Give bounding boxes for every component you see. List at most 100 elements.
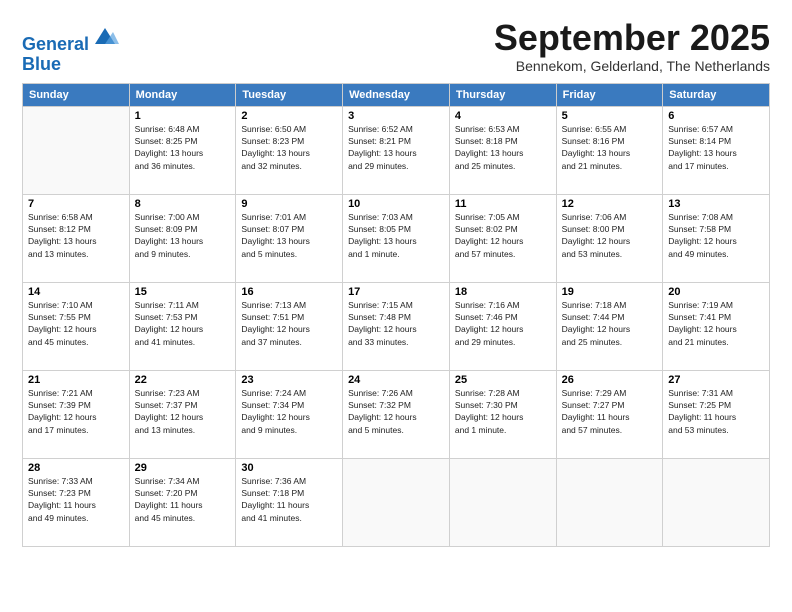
calendar-week-row: 1Sunrise: 6:48 AM Sunset: 8:25 PM Daylig… (23, 106, 770, 194)
table-row: 8Sunrise: 7:00 AM Sunset: 8:09 PM Daylig… (129, 194, 236, 282)
day-info: Sunrise: 7:36 AM Sunset: 7:18 PM Dayligh… (241, 475, 337, 524)
table-row: 24Sunrise: 7:26 AM Sunset: 7:32 PM Dayli… (343, 370, 450, 458)
table-row (23, 106, 130, 194)
day-info: Sunrise: 6:55 AM Sunset: 8:16 PM Dayligh… (562, 123, 658, 172)
col-friday: Friday (556, 83, 663, 106)
table-row: 30Sunrise: 7:36 AM Sunset: 7:18 PM Dayli… (236, 458, 343, 546)
day-number: 2 (241, 110, 337, 122)
day-number: 20 (668, 286, 764, 298)
day-info: Sunrise: 7:00 AM Sunset: 8:09 PM Dayligh… (135, 211, 231, 260)
title-block: September 2025 Bennekom, Gelderland, The… (494, 18, 770, 74)
table-row: 19Sunrise: 7:18 AM Sunset: 7:44 PM Dayli… (556, 282, 663, 370)
day-info: Sunrise: 7:23 AM Sunset: 7:37 PM Dayligh… (135, 387, 231, 436)
day-number: 11 (455, 198, 551, 210)
day-number: 18 (455, 286, 551, 298)
table-row (449, 458, 556, 546)
table-row: 18Sunrise: 7:16 AM Sunset: 7:46 PM Dayli… (449, 282, 556, 370)
day-info: Sunrise: 7:13 AM Sunset: 7:51 PM Dayligh… (241, 299, 337, 348)
day-info: Sunrise: 7:24 AM Sunset: 7:34 PM Dayligh… (241, 387, 337, 436)
day-number: 16 (241, 286, 337, 298)
col-monday: Monday (129, 83, 236, 106)
day-number: 10 (348, 198, 444, 210)
table-row: 12Sunrise: 7:06 AM Sunset: 8:00 PM Dayli… (556, 194, 663, 282)
col-wednesday: Wednesday (343, 83, 450, 106)
col-tuesday: Tuesday (236, 83, 343, 106)
day-info: Sunrise: 7:34 AM Sunset: 7:20 PM Dayligh… (135, 475, 231, 524)
table-row: 22Sunrise: 7:23 AM Sunset: 7:37 PM Dayli… (129, 370, 236, 458)
day-number: 28 (28, 462, 124, 474)
day-info: Sunrise: 7:06 AM Sunset: 8:00 PM Dayligh… (562, 211, 658, 260)
logo-text: General (22, 22, 119, 55)
table-row: 5Sunrise: 6:55 AM Sunset: 8:16 PM Daylig… (556, 106, 663, 194)
table-row: 1Sunrise: 6:48 AM Sunset: 8:25 PM Daylig… (129, 106, 236, 194)
day-number: 29 (135, 462, 231, 474)
day-info: Sunrise: 7:10 AM Sunset: 7:55 PM Dayligh… (28, 299, 124, 348)
calendar-week-row: 21Sunrise: 7:21 AM Sunset: 7:39 PM Dayli… (23, 370, 770, 458)
table-row: 6Sunrise: 6:57 AM Sunset: 8:14 PM Daylig… (663, 106, 770, 194)
day-info: Sunrise: 6:50 AM Sunset: 8:23 PM Dayligh… (241, 123, 337, 172)
table-row (556, 458, 663, 546)
logo-line2: Blue (22, 55, 119, 75)
day-info: Sunrise: 7:15 AM Sunset: 7:48 PM Dayligh… (348, 299, 444, 348)
day-number: 13 (668, 198, 764, 210)
calendar-week-row: 7Sunrise: 6:58 AM Sunset: 8:12 PM Daylig… (23, 194, 770, 282)
table-row: 17Sunrise: 7:15 AM Sunset: 7:48 PM Dayli… (343, 282, 450, 370)
day-number: 24 (348, 374, 444, 386)
subtitle: Bennekom, Gelderland, The Netherlands (494, 58, 770, 74)
table-row (663, 458, 770, 546)
table-row: 28Sunrise: 7:33 AM Sunset: 7:23 PM Dayli… (23, 458, 130, 546)
table-row: 16Sunrise: 7:13 AM Sunset: 7:51 PM Dayli… (236, 282, 343, 370)
day-number: 30 (241, 462, 337, 474)
day-info: Sunrise: 7:21 AM Sunset: 7:39 PM Dayligh… (28, 387, 124, 436)
day-number: 9 (241, 198, 337, 210)
day-info: Sunrise: 7:29 AM Sunset: 7:27 PM Dayligh… (562, 387, 658, 436)
table-row: 21Sunrise: 7:21 AM Sunset: 7:39 PM Dayli… (23, 370, 130, 458)
logo-icon (91, 22, 119, 50)
day-number: 12 (562, 198, 658, 210)
month-title: September 2025 (494, 18, 770, 58)
day-info: Sunrise: 6:53 AM Sunset: 8:18 PM Dayligh… (455, 123, 551, 172)
table-row: 3Sunrise: 6:52 AM Sunset: 8:21 PM Daylig… (343, 106, 450, 194)
day-info: Sunrise: 7:18 AM Sunset: 7:44 PM Dayligh… (562, 299, 658, 348)
day-number: 6 (668, 110, 764, 122)
day-info: Sunrise: 7:28 AM Sunset: 7:30 PM Dayligh… (455, 387, 551, 436)
day-number: 26 (562, 374, 658, 386)
day-number: 5 (562, 110, 658, 122)
col-sunday: Sunday (23, 83, 130, 106)
table-row: 7Sunrise: 6:58 AM Sunset: 8:12 PM Daylig… (23, 194, 130, 282)
day-info: Sunrise: 7:01 AM Sunset: 8:07 PM Dayligh… (241, 211, 337, 260)
day-info: Sunrise: 6:48 AM Sunset: 8:25 PM Dayligh… (135, 123, 231, 172)
day-info: Sunrise: 7:19 AM Sunset: 7:41 PM Dayligh… (668, 299, 764, 348)
table-row: 2Sunrise: 6:50 AM Sunset: 8:23 PM Daylig… (236, 106, 343, 194)
logo-line1: General (22, 34, 89, 54)
day-info: Sunrise: 7:05 AM Sunset: 8:02 PM Dayligh… (455, 211, 551, 260)
day-info: Sunrise: 7:31 AM Sunset: 7:25 PM Dayligh… (668, 387, 764, 436)
table-row: 23Sunrise: 7:24 AM Sunset: 7:34 PM Dayli… (236, 370, 343, 458)
table-row: 10Sunrise: 7:03 AM Sunset: 8:05 PM Dayli… (343, 194, 450, 282)
day-number: 14 (28, 286, 124, 298)
day-info: Sunrise: 7:26 AM Sunset: 7:32 PM Dayligh… (348, 387, 444, 436)
col-saturday: Saturday (663, 83, 770, 106)
table-row: 27Sunrise: 7:31 AM Sunset: 7:25 PM Dayli… (663, 370, 770, 458)
table-row: 20Sunrise: 7:19 AM Sunset: 7:41 PM Dayli… (663, 282, 770, 370)
day-info: Sunrise: 7:33 AM Sunset: 7:23 PM Dayligh… (28, 475, 124, 524)
day-info: Sunrise: 7:08 AM Sunset: 7:58 PM Dayligh… (668, 211, 764, 260)
table-row: 14Sunrise: 7:10 AM Sunset: 7:55 PM Dayli… (23, 282, 130, 370)
calendar-header-row: Sunday Monday Tuesday Wednesday Thursday… (23, 83, 770, 106)
day-number: 8 (135, 198, 231, 210)
day-number: 19 (562, 286, 658, 298)
day-info: Sunrise: 6:57 AM Sunset: 8:14 PM Dayligh… (668, 123, 764, 172)
day-number: 27 (668, 374, 764, 386)
day-info: Sunrise: 7:11 AM Sunset: 7:53 PM Dayligh… (135, 299, 231, 348)
calendar-week-row: 28Sunrise: 7:33 AM Sunset: 7:23 PM Dayli… (23, 458, 770, 546)
day-number: 17 (348, 286, 444, 298)
table-row: 13Sunrise: 7:08 AM Sunset: 7:58 PM Dayli… (663, 194, 770, 282)
logo: General Blue (22, 22, 119, 75)
table-row (343, 458, 450, 546)
table-row: 9Sunrise: 7:01 AM Sunset: 8:07 PM Daylig… (236, 194, 343, 282)
table-row: 26Sunrise: 7:29 AM Sunset: 7:27 PM Dayli… (556, 370, 663, 458)
day-number: 21 (28, 374, 124, 386)
table-row: 25Sunrise: 7:28 AM Sunset: 7:30 PM Dayli… (449, 370, 556, 458)
day-number: 22 (135, 374, 231, 386)
table-row: 15Sunrise: 7:11 AM Sunset: 7:53 PM Dayli… (129, 282, 236, 370)
